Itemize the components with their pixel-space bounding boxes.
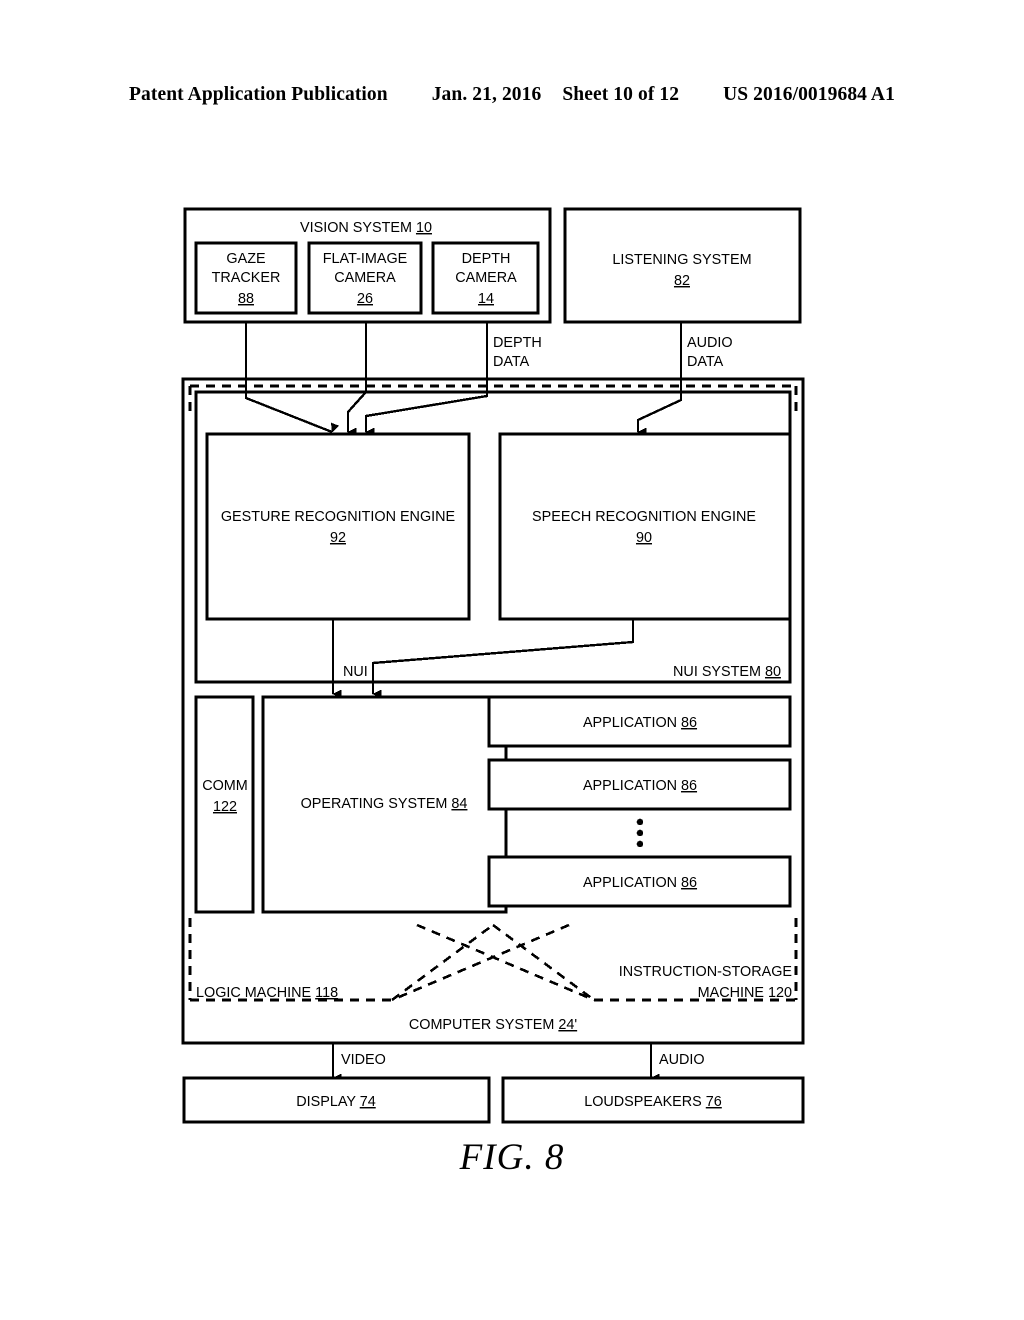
machine-dashed-x-stroke-a <box>416 923 595 1002</box>
instruction-storage-machine-line1: INSTRUCTION-STORAGE <box>619 964 792 980</box>
connector-audio-to-speech <box>636 322 683 437</box>
figure-8-diagram: VISION SYSTEM 10 GAZE TRACKER 88 FLAT-IM… <box>0 0 1024 1320</box>
gaze-tracker-line2: TRACKER <box>212 270 281 286</box>
audio-signal-label: AUDIO <box>659 1052 705 1068</box>
instruction-storage-machine-line2: MACHINE 120 <box>698 985 792 1001</box>
loudspeakers-group[interactable]: LOUDSPEAKERS 76 <box>501 1076 805 1124</box>
depth-camera-line1: DEPTH <box>462 251 511 267</box>
nui-signal-label: NUI <box>343 664 368 680</box>
gesture-recognition-engine-box[interactable] <box>205 432 471 621</box>
comm-ref: 122 <box>213 799 237 815</box>
speech-recognition-engine-ref: 90 <box>636 530 652 546</box>
vision-system-group: VISION SYSTEM 10 GAZE TRACKER 88 FLAT-IM… <box>183 207 552 324</box>
vision-system-ref: 10 <box>416 220 432 236</box>
connector-flatimage-to-gesture <box>346 322 368 437</box>
application-label-2: APPLICATION 86 <box>583 778 697 794</box>
depth-data-line1: DEPTH <box>493 335 542 351</box>
application-label-3: APPLICATION 86 <box>583 875 697 891</box>
application-label-1: APPLICATION 86 <box>583 715 697 731</box>
video-signal-label: VIDEO <box>341 1052 386 1068</box>
gesture-recognition-engine-title: GESTURE RECOGNITION ENGINE <box>221 509 455 525</box>
listening-system-title: LISTENING SYSTEM <box>612 252 751 268</box>
operating-system-label: OPERATING SYSTEM 84 <box>301 796 468 812</box>
gaze-tracker-ref: 88 <box>238 291 254 307</box>
depth-data-line2: DATA <box>493 354 530 370</box>
gesture-recognition-engine-ref: 92 <box>330 530 346 546</box>
gaze-tracker-line1: GAZE <box>226 251 265 267</box>
loudspeakers-label: LOUDSPEAKERS 76 <box>584 1094 722 1110</box>
display-group[interactable]: DISPLAY 74 <box>182 1076 491 1124</box>
logic-machine-label: LOGIC MACHINE 118 <box>196 985 338 1001</box>
listening-system-ref: 82 <box>674 273 690 289</box>
flat-image-camera-line2: CAMERA <box>334 270 396 286</box>
computer-system-label: COMPUTER SYSTEM 24' <box>409 1017 578 1033</box>
machine-dashed-x-stroke-b <box>391 923 570 1002</box>
vision-system-title: VISION SYSTEM <box>300 220 412 236</box>
nui-system-label: NUI SYSTEM 80 <box>673 664 781 680</box>
flat-image-camera-line1: FLAT-IMAGE <box>323 251 408 267</box>
depth-camera-ref: 14 <box>478 291 494 307</box>
comm-title: COMM <box>202 778 248 794</box>
depth-camera-line2: CAMERA <box>455 270 517 286</box>
speech-recognition-engine-title: SPEECH RECOGNITION ENGINE <box>532 509 756 525</box>
applications-group: APPLICATION 86 APPLICATION 86 APPLICATIO… <box>487 695 792 908</box>
audio-data-line1: AUDIO <box>687 335 733 351</box>
application-ellipsis <box>636 818 644 848</box>
flat-image-camera-ref: 26 <box>357 291 373 307</box>
connector-gaze-to-gesture <box>244 322 340 434</box>
audio-data-line2: DATA <box>687 354 724 370</box>
signal-label-depth-data: DEPTH DATA <box>493 335 542 370</box>
display-label: DISPLAY 74 <box>296 1094 375 1110</box>
svg-text:VISION SYSTEM 10: VISION SYSTEM 10 <box>300 220 432 236</box>
signal-label-audio-data: AUDIO DATA <box>687 335 733 370</box>
listening-system-group[interactable]: LISTENING SYSTEM 82 <box>563 207 802 324</box>
speech-recognition-engine-box[interactable] <box>498 432 792 621</box>
connector-depth-to-gesture <box>364 322 489 437</box>
comm-group[interactable]: COMM 122 <box>194 695 255 914</box>
figure-caption: FIG. 8 <box>459 1137 565 1178</box>
nui-system-group: NUI SYSTEM 80 GESTURE RECOGNITION ENGINE… <box>194 390 792 684</box>
operating-system-group[interactable]: OPERATING SYSTEM 84 <box>261 695 508 914</box>
